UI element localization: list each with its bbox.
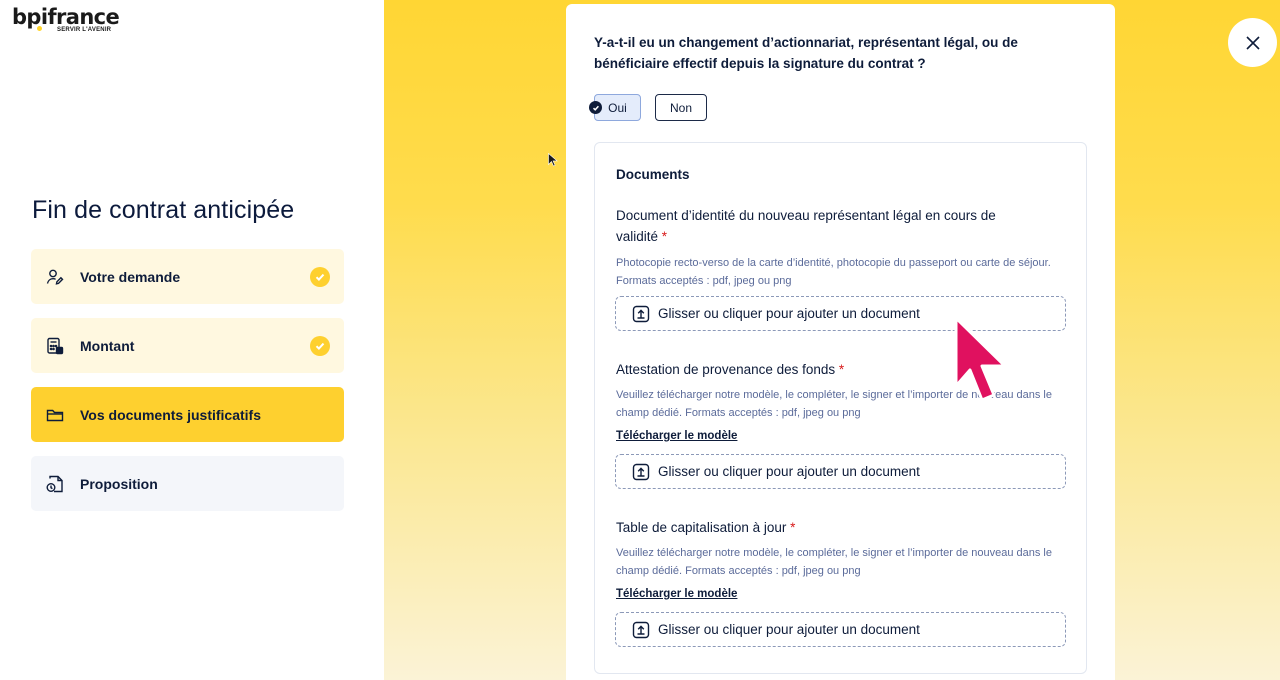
- check-icon: [310, 266, 330, 287]
- mouse-pointer-icon: [548, 153, 558, 167]
- check-icon: [589, 101, 602, 114]
- required-mark: *: [838, 362, 845, 377]
- step-proposition[interactable]: Proposition: [31, 456, 344, 511]
- choice-non-button[interactable]: Non: [655, 94, 707, 121]
- dropzone-label: Glisser ou cliquer pour ajouter un docum…: [658, 306, 920, 321]
- upload-icon: [632, 463, 650, 481]
- field-label-text: Attestation de provenance des fonds: [616, 362, 836, 377]
- field-label-text: Table de capitalisation à jour: [616, 520, 787, 535]
- required-mark: *: [790, 520, 796, 535]
- logo-wordmark: bpifrance: [12, 5, 120, 29]
- form-card: Y-a-t-il eu un changement d’actionnariat…: [566, 4, 1115, 680]
- step-votre-demande[interactable]: Votre demande: [31, 249, 344, 304]
- dropzone-funds[interactable]: Glisser ou cliquer pour ajouter un docum…: [615, 454, 1066, 489]
- upload-icon: [632, 621, 650, 639]
- field-help-identity: Photocopie recto-verso de la carte d’ide…: [616, 257, 1051, 287]
- step-label: Votre demande: [80, 268, 181, 285]
- step-label: Montant: [80, 337, 135, 354]
- dropzone-cap-table[interactable]: Glisser ou cliquer pour ajouter un docum…: [615, 612, 1066, 647]
- choice-non-label: Non: [669, 100, 692, 115]
- upload-icon: [632, 305, 650, 323]
- calculator-icon: [46, 337, 64, 355]
- download-template-link[interactable]: Télécharger le modèle: [616, 588, 737, 600]
- field-help-cap-table: Veuillez télécharger notre modèle, le co…: [616, 547, 1052, 577]
- field-label-identity: Document d’identité du nouveau représent…: [616, 205, 1036, 247]
- user-edit-icon: [46, 268, 64, 286]
- step-label: Proposition: [80, 475, 158, 492]
- logo-tagline: SERVIR L'AVENIR: [57, 27, 112, 33]
- field-label-cap-table: Table de capitalisation à jour *: [616, 517, 1036, 538]
- documents-section: Documents Document d’identité du nouveau…: [594, 142, 1087, 674]
- left-panel: bpifrance SERVIR L'AVENIR Fin de contrat…: [0, 0, 384, 680]
- field-label-text: Document d’identité du nouveau représent…: [616, 208, 996, 244]
- step-label: Vos documents justificatifs: [80, 406, 261, 423]
- document-clock-icon: [46, 475, 64, 493]
- required-mark: *: [661, 229, 668, 244]
- close-icon: [1245, 35, 1260, 50]
- dropzone-label: Glisser ou cliquer pour ajouter un docum…: [658, 622, 920, 637]
- dropzone-label: Glisser ou cliquer pour ajouter un docum…: [658, 464, 920, 479]
- choice-oui-button[interactable]: Oui: [589, 94, 641, 121]
- page-title: Fin de contrat anticipée: [32, 196, 295, 224]
- logo-dot: [37, 26, 42, 31]
- check-icon: [310, 335, 330, 356]
- highlight-cursor-icon: [954, 316, 1007, 402]
- documents-title: Documents: [616, 167, 690, 182]
- folder-icon: [46, 406, 64, 424]
- ownership-change-question: Y-a-t-il eu un changement d’actionnariat…: [594, 35, 1018, 71]
- choice-oui-label: Oui: [608, 100, 627, 115]
- bpifrance-logo[interactable]: bpifrance SERVIR L'AVENIR: [12, 5, 120, 33]
- step-vos-documents[interactable]: Vos documents justificatifs: [31, 387, 344, 442]
- step-montant[interactable]: Montant: [31, 318, 344, 373]
- close-button[interactable]: [1228, 18, 1277, 67]
- download-template-link[interactable]: Télécharger le modèle: [616, 430, 737, 442]
